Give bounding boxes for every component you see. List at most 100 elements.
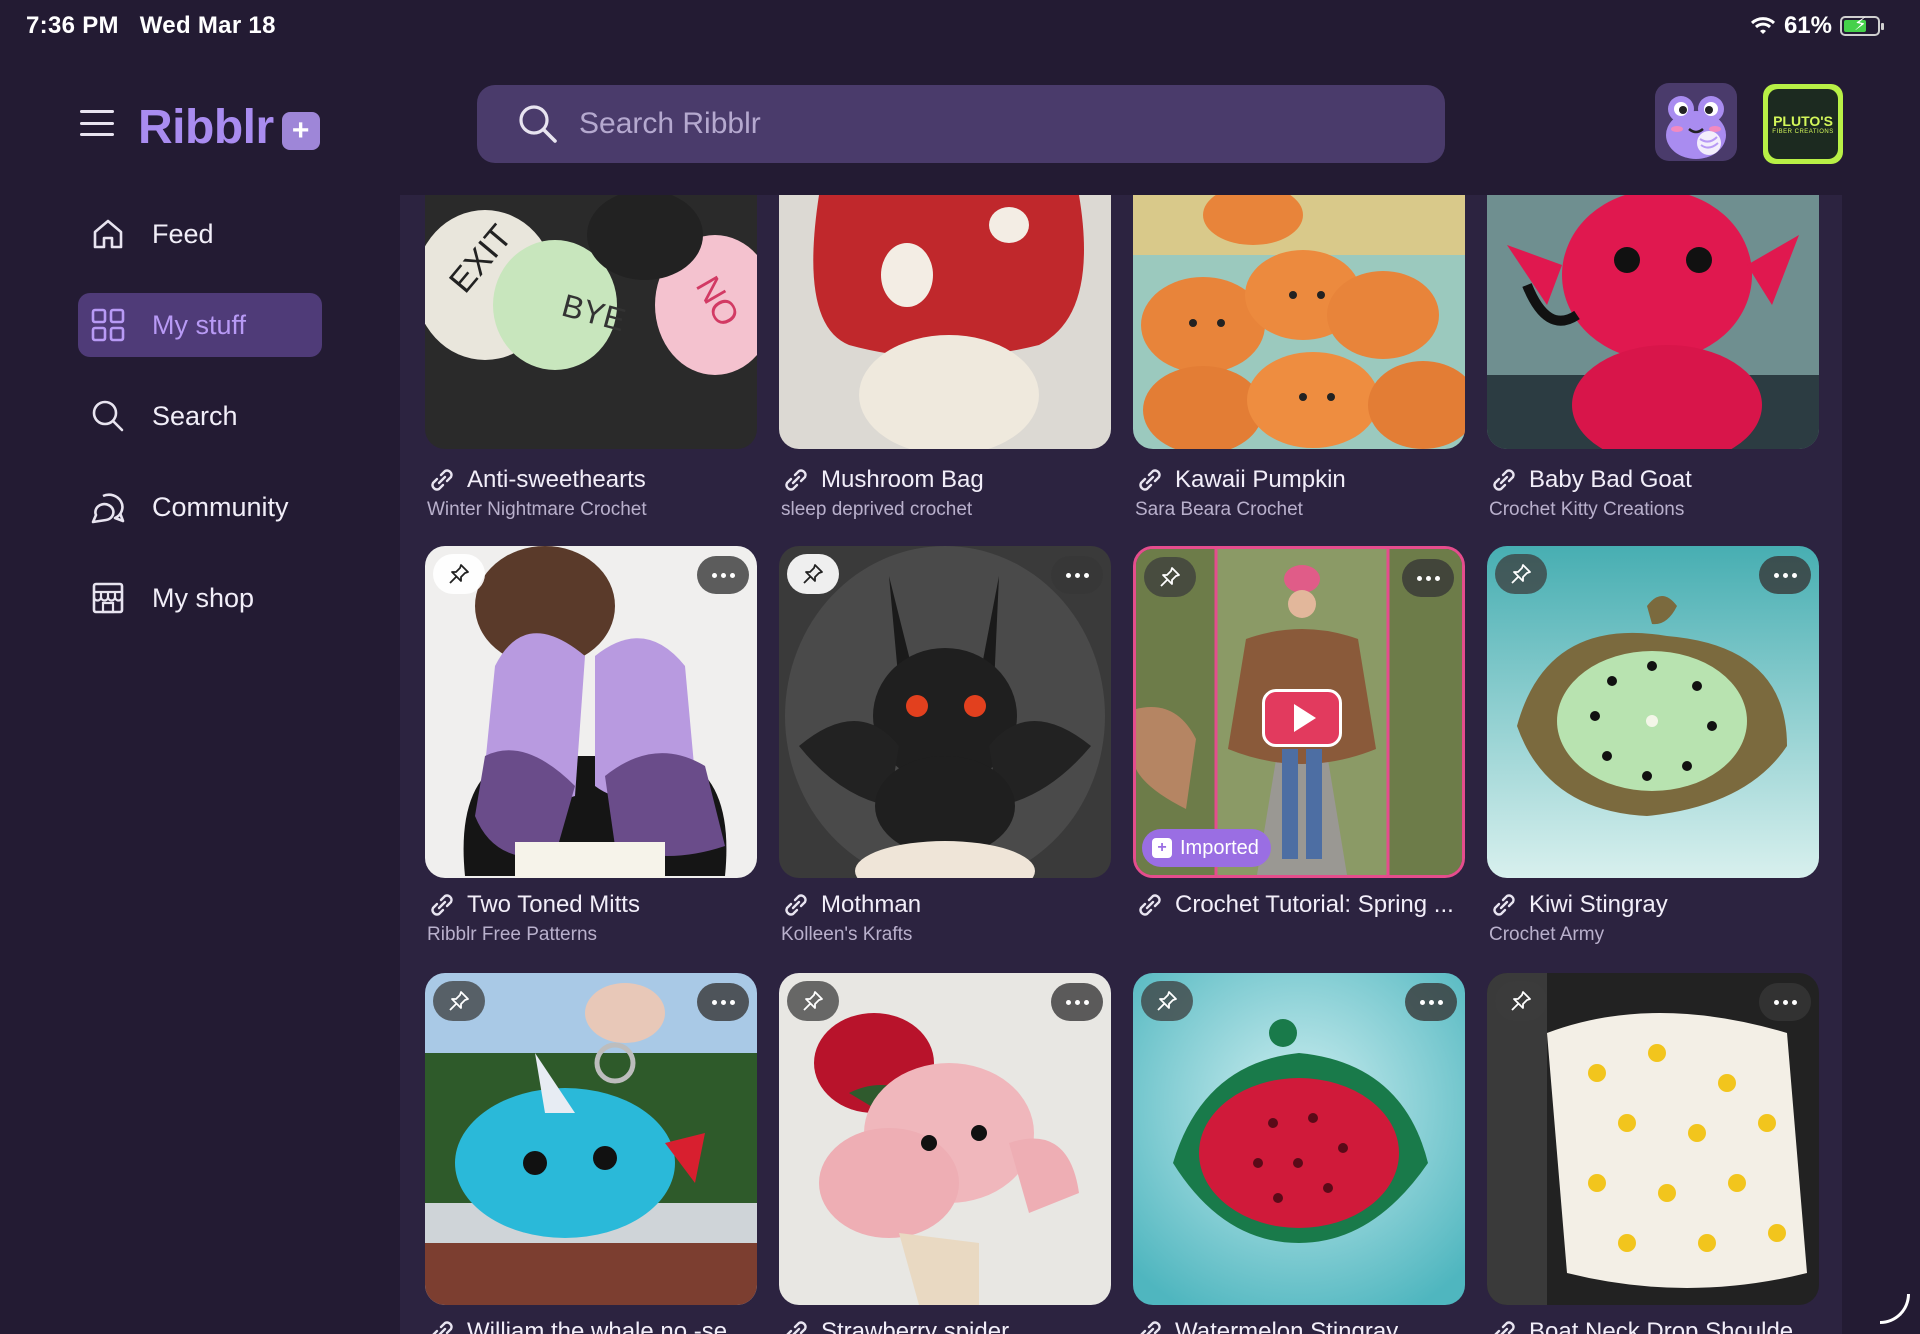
pattern-title: Kawaii Pumpkin <box>1175 466 1346 493</box>
search-input[interactable] <box>579 107 1379 141</box>
pattern-title-row[interactable]: Baby Bad Goat <box>1489 465 1819 495</box>
more-options-button[interactable] <box>1759 556 1811 594</box>
pin-button[interactable] <box>787 981 839 1021</box>
link-icon <box>1139 469 1161 491</box>
search-icon <box>519 105 557 143</box>
pattern-title-row[interactable]: Mushroom Bag <box>781 465 1111 495</box>
pattern-thumbnail[interactable] <box>425 973 757 1305</box>
pin-button[interactable] <box>1141 981 1193 1021</box>
pattern-title-row[interactable]: Watermelon Stingray <box>1135 1317 1465 1334</box>
pin-button[interactable] <box>433 554 485 594</box>
link-icon <box>1493 894 1515 916</box>
pin-button[interactable] <box>433 981 485 1021</box>
avatar-mascot[interactable] <box>1655 83 1737 161</box>
plus-badge-icon: + <box>281 111 320 150</box>
video-play-icon[interactable] <box>1262 689 1342 747</box>
pattern-thumbnail[interactable] <box>1487 973 1819 1305</box>
chat-bubbles-icon <box>88 487 128 527</box>
pattern-thumbnail[interactable] <box>779 195 1111 449</box>
pattern-thumbnail[interactable] <box>779 546 1111 878</box>
pattern-creator[interactable]: Winter Nightmare Crochet <box>427 499 647 521</box>
pattern-thumbnail[interactable] <box>1487 195 1819 449</box>
menu-icon[interactable] <box>80 110 114 136</box>
pin-button[interactable] <box>1144 557 1196 597</box>
search-bar[interactable] <box>477 85 1445 163</box>
grid-icon <box>88 305 128 345</box>
pattern-creator[interactable]: Crochet Army <box>1489 924 1604 946</box>
pattern-thumbnail[interactable]: EXIT BYE NO <box>425 195 757 449</box>
more-options-button[interactable] <box>1405 983 1457 1021</box>
profile-logo: PLUTO'S FIBER CREATIONS <box>1768 89 1838 159</box>
pattern-thumbnail[interactable]: + Imported <box>1133 546 1465 878</box>
pin-icon <box>449 564 469 584</box>
link-icon <box>1139 894 1161 916</box>
pattern-title: Strawberry spider <box>821 1318 1010 1334</box>
pattern-title-row[interactable]: Strawberry spider <box>781 1317 1111 1334</box>
pattern-creator[interactable]: Ribblr Free Patterns <box>427 924 597 946</box>
link-icon <box>1493 469 1515 491</box>
sidebar-item-my-stuff[interactable]: My stuff <box>78 293 322 357</box>
more-options-button[interactable] <box>697 556 749 594</box>
sidebar-item-feed[interactable]: Feed <box>78 202 322 266</box>
more-options-button[interactable] <box>1759 983 1811 1021</box>
link-icon <box>432 1321 453 1334</box>
my-stuff-grid[interactable]: EXIT BYE NO Anti-sweethearts Winter Nigh… <box>400 195 1842 1334</box>
more-options-button[interactable] <box>1051 556 1103 594</box>
sidebar-item-my-shop[interactable]: My shop <box>78 566 322 630</box>
pattern-title: Crochet Tutorial: Spring ... <box>1175 891 1454 918</box>
app-logo[interactable]: Ribblr + <box>138 100 320 155</box>
pattern-title-row[interactable]: Kiwi Stingray <box>1489 890 1819 920</box>
imported-badge: + Imported <box>1142 829 1271 867</box>
pin-icon <box>1160 567 1180 587</box>
pin-button[interactable] <box>1495 554 1547 594</box>
pattern-title-row[interactable]: William the whale no -se... <box>427 1317 757 1334</box>
pin-icon <box>803 991 823 1011</box>
pattern-thumbnail[interactable] <box>425 546 757 878</box>
pin-icon <box>1511 991 1531 1011</box>
pattern-title-row[interactable]: Crochet Tutorial: Spring ... <box>1135 890 1465 920</box>
plus-badge-icon: + <box>1152 838 1172 858</box>
link-icon <box>785 894 807 916</box>
sidebar-item-search[interactable]: Search <box>78 384 322 448</box>
more-options-button[interactable] <box>1402 559 1454 597</box>
more-options-button[interactable] <box>1051 983 1103 1021</box>
link-icon <box>1494 1321 1515 1334</box>
pin-icon <box>449 991 469 1011</box>
pattern-title: Two Toned Mitts <box>467 891 640 918</box>
pattern-thumbnail[interactable] <box>1133 195 1465 449</box>
pattern-title: Mushroom Bag <box>821 466 984 493</box>
scroll-indicator[interactable] <box>1880 1294 1910 1324</box>
avatar-profile[interactable]: PLUTO'S FIBER CREATIONS <box>1763 84 1843 164</box>
pattern-creator[interactable]: sleep deprived crochet <box>781 499 972 521</box>
imported-label: Imported <box>1180 836 1259 859</box>
pattern-title-row[interactable]: Mothman <box>781 890 1111 920</box>
pattern-title: Watermelon Stingray <box>1175 1318 1399 1334</box>
pin-icon <box>1157 991 1177 1011</box>
sidebar-item-label: Search <box>152 400 238 431</box>
pattern-creator[interactable]: Crochet Kitty Creations <box>1489 499 1684 521</box>
pattern-thumbnail[interactable] <box>1133 973 1465 1305</box>
pattern-title: Kiwi Stingray <box>1529 891 1668 918</box>
link-icon <box>785 469 807 491</box>
pattern-title-row[interactable]: Two Toned Mitts <box>427 890 757 920</box>
more-options-button[interactable] <box>697 983 749 1021</box>
pattern-thumbnail[interactable] <box>779 973 1111 1305</box>
link-icon <box>786 1321 807 1334</box>
pattern-thumbnail[interactable] <box>1487 546 1819 878</box>
pin-button[interactable] <box>787 554 839 594</box>
pattern-title-row[interactable]: Boat Neck Drop Shoulde... <box>1489 1317 1819 1334</box>
shop-icon <box>88 578 128 618</box>
pattern-title: Anti-sweethearts <box>467 466 646 493</box>
pin-button[interactable] <box>1495 981 1547 1021</box>
sidebar-item-label: Community <box>152 491 289 522</box>
status-time: 7:36 PM <box>26 12 119 39</box>
status-indicators: 61% ⚡ <box>1750 12 1884 40</box>
pattern-creator[interactable]: Kolleen's Krafts <box>781 924 912 946</box>
sidebar-item-community[interactable]: Community <box>78 475 322 539</box>
pattern-title-row[interactable]: Anti-sweethearts <box>427 465 757 495</box>
logo-text: Ribblr <box>138 101 274 154</box>
sidebar-nav: Feed My stuff Search Community My shop <box>78 202 322 657</box>
pattern-title-row[interactable]: Kawaii Pumpkin <box>1135 465 1465 495</box>
pattern-creator[interactable]: Sara Beara Crochet <box>1135 499 1303 521</box>
frog-mascot-icon <box>1666 96 1726 159</box>
